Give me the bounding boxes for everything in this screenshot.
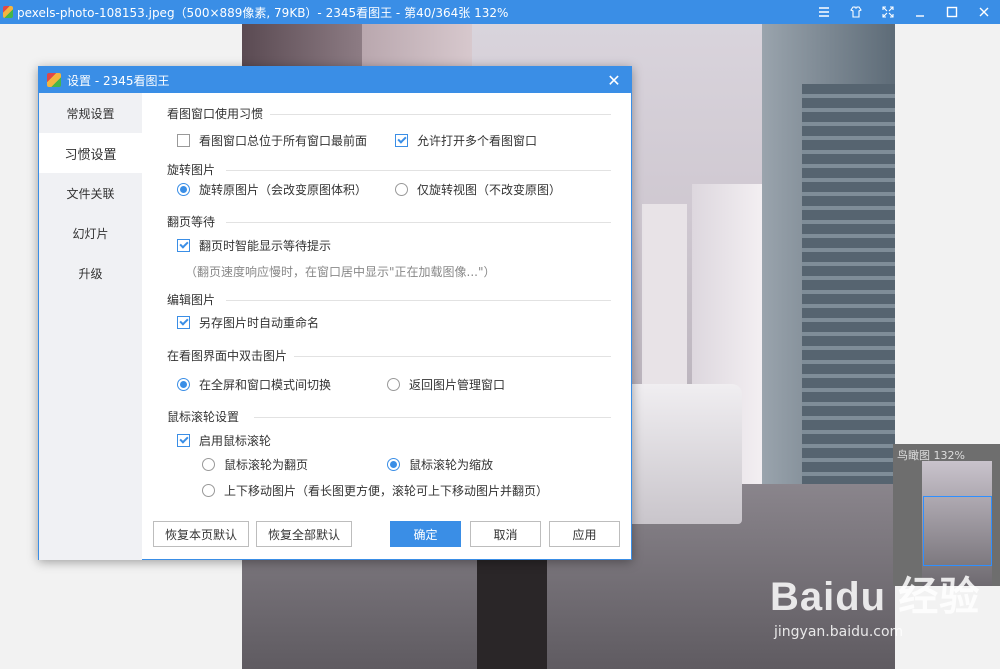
option-multi-window[interactable]: 允许打开多个看图窗口	[395, 132, 537, 149]
restore-page-defaults-button[interactable]: 恢复本页默认	[153, 521, 249, 547]
option-label: 允许打开多个看图窗口	[417, 134, 538, 148]
nav-item-file-association[interactable]: 文件关联	[39, 173, 142, 213]
menu-icon[interactable]	[808, 0, 840, 24]
option-wheel-page[interactable]: 鼠标滚轮为翻页	[202, 456, 308, 473]
divider	[226, 170, 611, 171]
option-return-manager[interactable]: 返回图片管理窗口	[387, 376, 505, 393]
section-title-rotate: 旋转图片	[167, 163, 216, 177]
option-rotate-view[interactable]: 仅旋转视图（不改变原图）	[395, 181, 561, 198]
dialog-title-bar: 设置 - 2345看图王 ✕	[39, 67, 631, 93]
option-label: 上下移动图片（看长图更方便，滚轮可上下移动图片并翻页）	[224, 484, 549, 498]
checkbox-unchecked[interactable]	[177, 134, 190, 147]
divider	[294, 356, 611, 357]
radio-unselected[interactable]	[202, 458, 215, 471]
radio-unselected[interactable]	[395, 183, 408, 196]
radio-selected[interactable]	[177, 183, 190, 196]
minimize-icon[interactable]	[904, 0, 936, 24]
page-wait-hint: （翻页速度响应慢时，在窗口居中显示"正在加载图像..."）	[185, 265, 496, 279]
section-title-mouse-wheel: 鼠标滚轮设置	[167, 410, 240, 424]
option-label: 鼠标滚轮为缩放	[409, 458, 494, 472]
app-logo-icon	[47, 73, 61, 87]
option-label: 旋转原图片（会改变原图体积）	[199, 183, 368, 197]
window-title: pexels-photo-108153.jpeg（500×889像素, 79KB…	[17, 5, 509, 20]
dialog-title: 设置 - 2345看图王	[67, 73, 170, 88]
van	[622, 384, 742, 524]
title-bar: pexels-photo-108153.jpeg（500×889像素, 79KB…	[0, 0, 1000, 24]
divider	[254, 417, 611, 418]
building	[802, 84, 895, 484]
nav-item-slideshow[interactable]: 幻灯片	[39, 213, 142, 253]
option-label: 鼠标滚轮为翻页	[224, 458, 309, 472]
restore-all-defaults-button[interactable]: 恢复全部默认	[256, 521, 352, 547]
checkbox-checked[interactable]	[395, 134, 408, 147]
close-icon[interactable]: ✕	[605, 71, 623, 90]
settings-content: 看图窗口使用习惯 看图窗口总位于所有窗口最前面 允许打开多个看图窗口 旋转图片 …	[142, 93, 631, 513]
option-toggle-fullscreen[interactable]: 在全屏和窗口模式间切换	[177, 376, 331, 393]
app-logo-icon	[3, 6, 13, 18]
ok-button[interactable]: 确定	[390, 521, 461, 547]
birdseye-viewport-frame[interactable]	[923, 496, 992, 566]
checkbox-checked[interactable]	[177, 434, 190, 447]
radio-unselected[interactable]	[202, 484, 215, 497]
watermark-url: jingyan.baidu.com	[774, 624, 904, 640]
close-icon[interactable]	[968, 0, 1000, 24]
option-label: 启用鼠标滚轮	[199, 434, 272, 448]
option-rotate-original[interactable]: 旋转原图片（会改变原图体积）	[177, 181, 367, 198]
divider	[226, 300, 611, 301]
maximize-icon[interactable]	[936, 0, 968, 24]
radio-unselected[interactable]	[387, 378, 400, 391]
option-label: 看图窗口总位于所有窗口最前面	[199, 134, 368, 148]
option-label: 仅旋转视图（不改变原图）	[417, 183, 562, 197]
watermark-logo: Baidu 经验	[770, 575, 981, 619]
nav-item-upgrade[interactable]: 升级	[39, 253, 142, 293]
option-auto-rename[interactable]: 另存图片时自动重命名	[177, 314, 319, 331]
section-title-edit: 编辑图片	[167, 293, 216, 307]
nav-item-general[interactable]: 常规设置	[39, 93, 142, 133]
option-wheel-zoom[interactable]: 鼠标滚轮为缩放	[387, 456, 493, 473]
section-title-double-click: 在看图界面中双击图片	[167, 349, 288, 363]
apply-button[interactable]: 应用	[549, 521, 620, 547]
fullscreen-icon[interactable]	[872, 0, 904, 24]
settings-dialog: 设置 - 2345看图王 ✕ 常规设置 习惯设置 文件关联 幻灯片 升级 看图窗…	[38, 66, 632, 560]
option-wheel-move[interactable]: 上下移动图片（看长图更方便，滚轮可上下移动图片并翻页）	[202, 482, 548, 499]
option-label: 另存图片时自动重命名	[199, 316, 320, 330]
dialog-footer: 恢复本页默认 恢复全部默认 确定 取消 应用	[142, 521, 631, 549]
option-always-on-top[interactable]: 看图窗口总位于所有窗口最前面	[177, 132, 367, 149]
settings-nav: 常规设置 习惯设置 文件关联 幻灯片 升级	[39, 93, 142, 560]
section-title-window-habit: 看图窗口使用习惯	[167, 107, 264, 121]
section-title-page-wait: 翻页等待	[167, 215, 216, 229]
option-label: 返回图片管理窗口	[409, 378, 506, 392]
option-label: 在全屏和窗口模式间切换	[199, 378, 332, 392]
option-smart-wait-hint[interactable]: 翻页时智能显示等待提示	[177, 237, 331, 254]
radio-selected[interactable]	[177, 378, 190, 391]
baidu-watermark: Baidu 经验 jingyan.baidu.com	[770, 564, 980, 640]
checkbox-checked[interactable]	[177, 316, 190, 329]
checkbox-checked[interactable]	[177, 239, 190, 252]
radio-selected[interactable]	[387, 458, 400, 471]
option-enable-wheel[interactable]: 启用鼠标滚轮	[177, 432, 271, 449]
option-label: 翻页时智能显示等待提示	[199, 239, 332, 253]
divider	[270, 114, 611, 115]
window-controls	[808, 0, 1000, 24]
divider	[226, 222, 611, 223]
nav-item-habits[interactable]: 习惯设置	[39, 133, 142, 173]
skin-icon[interactable]	[840, 0, 872, 24]
cancel-button[interactable]: 取消	[470, 521, 541, 547]
